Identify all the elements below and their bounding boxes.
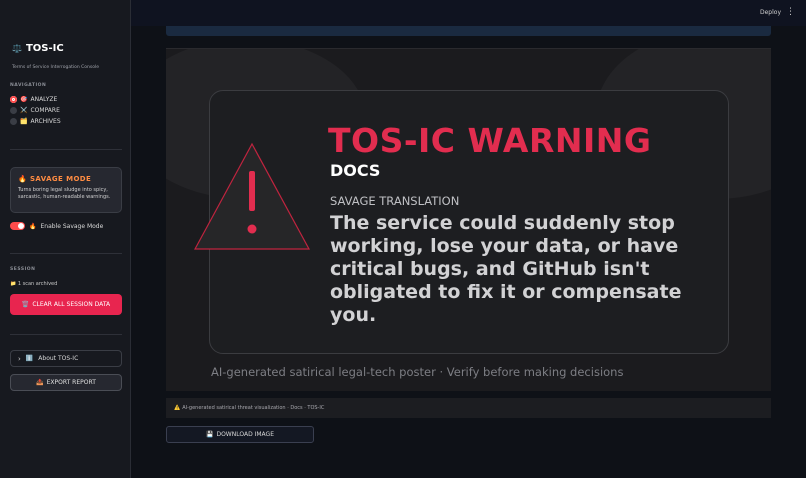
nav-section-label: NAVIGATION (10, 83, 47, 88)
divider (10, 334, 122, 335)
chevron-right-icon: › (18, 354, 21, 363)
clear-session-button[interactable]: 🗑️ CLEAR ALL SESSION DATA (10, 294, 122, 315)
clear-session-button-label: CLEAR ALL SESSION DATA (32, 301, 111, 308)
warning-title: TOS-IC WARNING (328, 121, 652, 160)
poster-caption: AI-generated satirical legal-tech poster… (211, 365, 624, 379)
savage-mode-card: 🔥 SAVAGE MODE Turns boring legal sludge … (10, 167, 122, 213)
translation-heading: SAVAGE TRANSLATION (330, 194, 460, 208)
archived-count: 📁 1 scan archived (10, 281, 57, 287)
nav-item-label: ANALYZE (30, 96, 58, 103)
fire-icon: 🔥 (29, 222, 37, 230)
savage-mode-title: 🔥 SAVAGE MODE (18, 175, 114, 183)
fire-icon: 🔥 (18, 175, 28, 183)
sidebar: ⚖️ TOS-IC Terms of Service Interrogation… (0, 0, 131, 478)
warning-panel: TOS-IC WARNING DOCS SAVAGE TRANSLATION T… (194, 90, 729, 354)
info-icon: ℹ️ (25, 355, 34, 362)
savage-mode-title-text: SAVAGE MODE (29, 175, 92, 183)
savage-mode-toggle[interactable] (10, 222, 25, 230)
top-bar: Deploy ⋮ (131, 0, 806, 26)
floppy-disk-icon: 💾 (205, 431, 214, 438)
radio-selected-icon[interactable] (10, 96, 17, 103)
footnote-text: AI-generated satirical threat visualizat… (182, 405, 325, 411)
nav-item-label: COMPARE (30, 107, 60, 114)
outbox-icon: 📤 (36, 379, 44, 386)
brand-subtitle: Terms of Service Interrogation Console (12, 65, 100, 70)
savage-mode-description: Turns boring legal sludge into spicy, sa… (18, 187, 111, 200)
savage-mode-toggle-label: Enable Savage Mode (40, 222, 104, 230)
export-report-button-label: EXPORT REPORT (46, 379, 96, 386)
info-banner (166, 26, 771, 36)
divider (10, 253, 122, 254)
brand: ⚖️ TOS-IC (12, 43, 64, 54)
warning-triangle-icon (194, 142, 311, 250)
more-menu-icon[interactable]: ⋮ (786, 7, 795, 17)
radio-icon[interactable] (10, 107, 17, 114)
swords-icon: ⚔️ (20, 107, 28, 114)
savage-translation-text: The service could suddenly stop working,… (330, 212, 682, 326)
nav-item-analyze[interactable]: 🎯 ANALYZE (10, 96, 57, 103)
scales-icon: ⚖️ (12, 44, 22, 53)
folder-icon: 🗂️ (20, 118, 28, 125)
brand-title: TOS-IC (25, 43, 64, 54)
divider (10, 149, 122, 150)
download-image-button[interactable]: 💾 DOWNLOAD IMAGE (166, 426, 314, 443)
radio-icon[interactable] (10, 118, 17, 125)
nav-item-archives[interactable]: 🗂️ ARCHIVES (10, 118, 61, 125)
folder-icon: 📁 (10, 281, 17, 287)
about-expander[interactable]: › ℹ️ About TOS-IC (10, 350, 122, 367)
nav-item-label: ARCHIVES (30, 118, 61, 125)
about-label: About TOS-IC (38, 355, 79, 362)
trash-icon: 🗑️ (21, 301, 30, 308)
export-report-button[interactable]: 📤 EXPORT REPORT (10, 374, 122, 391)
warning-icon: ⚠️ (174, 405, 181, 411)
download-image-button-label: DOWNLOAD IMAGE (216, 431, 274, 438)
nav-item-compare[interactable]: ⚔️ COMPARE (10, 107, 60, 114)
deploy-button[interactable]: Deploy (760, 9, 781, 16)
target-icon: 🎯 (20, 96, 28, 103)
session-section-label: SESSION (10, 267, 36, 272)
document-name: DOCS (330, 161, 381, 180)
archived-count-text: 1 scan archived (17, 281, 58, 287)
visualization-footnote: ⚠️ AI-generated satirical threat visuali… (166, 398, 771, 418)
savage-mode-toggle-row[interactable]: 🔥 Enable Savage Mode (10, 222, 103, 230)
warning-poster: TOS-IC WARNING DOCS SAVAGE TRANSLATION T… (166, 48, 771, 391)
